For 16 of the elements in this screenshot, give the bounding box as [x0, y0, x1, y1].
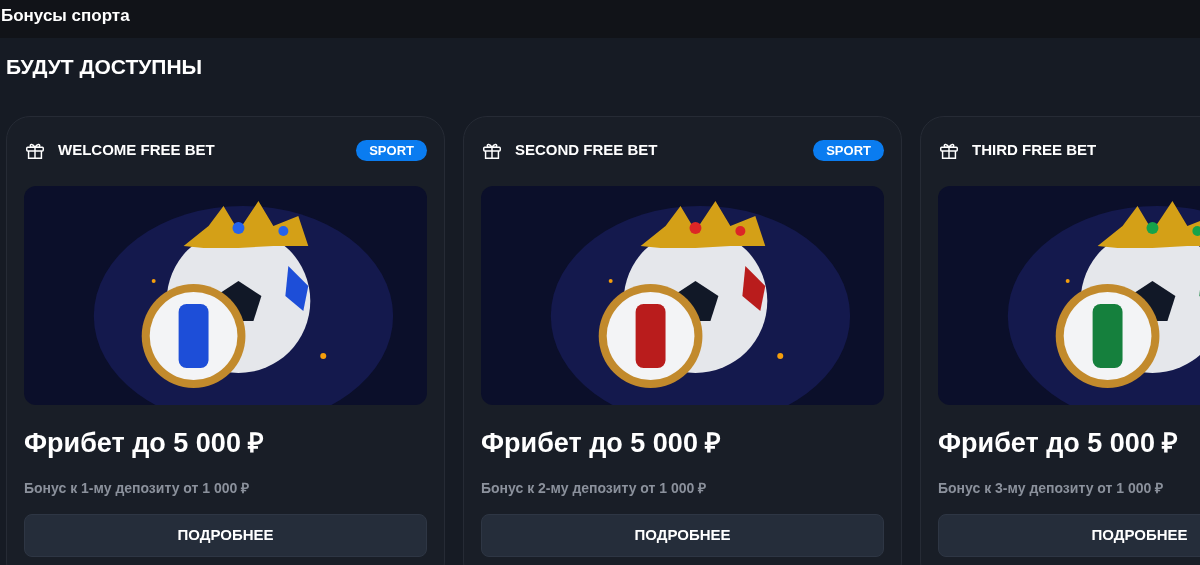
details-button[interactable]: ПОДРОБНЕЕ	[938, 513, 1200, 557]
details-button[interactable]: ПОДРОБНЕЕ	[24, 513, 427, 557]
category-badge: SPORT	[813, 140, 884, 161]
bonus-description: Бонус к 2-му депозиту от 1 000 ₽	[481, 479, 707, 496]
bonus-description: Бонус к 3-му депозиту от 1 000 ₽	[938, 479, 1164, 496]
section-heading: БУДУТ ДОСТУПНЫ	[6, 55, 203, 78]
bonus-title: Фрибет до 5 000 ₽	[938, 427, 1179, 461]
page-title: Бонусы спорта	[0, 5, 130, 27]
bonus-description: Бонус к 1-му депозиту от 1 000 ₽	[24, 479, 250, 496]
bonus-name: THIRD FREE BET	[972, 140, 1097, 161]
category-badge: SPORT	[356, 140, 427, 161]
bonus-name: SECOND FREE BET	[515, 140, 658, 161]
bonus-title: Фрибет до 5 000 ₽	[481, 427, 722, 461]
bonus-name: WELCOME FREE BET	[58, 140, 215, 161]
details-button[interactable]: ПОДРОБНЕЕ	[481, 513, 884, 557]
bonus-title: Фрибет до 5 000 ₽	[24, 427, 265, 461]
